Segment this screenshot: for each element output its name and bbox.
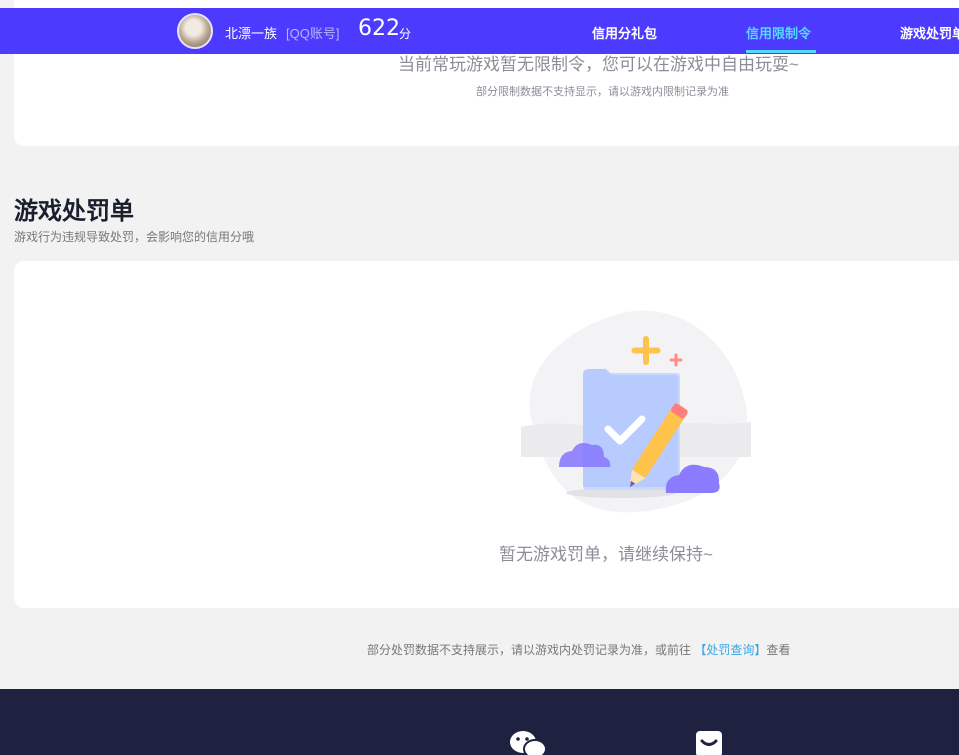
penalty-footnote: 部分处罚数据不支持展示，请以游戏内处罚记录为准，或前往 【处罚查询】查看	[367, 641, 790, 658]
account-type: [QQ账号]	[286, 26, 340, 41]
penalty-empty-message: 暂无游戏罚单，请继续保持~	[499, 545, 713, 564]
footnote-text: 部分处罚数据不支持展示，请以游戏内处罚记录为准，或前往	[367, 643, 692, 657]
score-unit: 分	[399, 27, 412, 41]
footnote-suffix: 查看	[766, 643, 791, 657]
top-nav-bar: 北漂一族 [QQ账号] 622 分 信用分礼包 信用限制令 游戏处罚单	[0, 8, 959, 54]
tab-game-penalty[interactable]: 游戏处罚单	[900, 23, 959, 42]
active-tab-indicator	[746, 50, 816, 53]
restriction-note: 部分限制数据不支持显示，请以游戏内限制记录为准	[476, 86, 729, 98]
username: 北漂一族	[225, 26, 278, 41]
credit-score: 622	[358, 16, 400, 41]
section-title: 游戏处罚单	[14, 198, 134, 225]
penalty-card: 暂无游戏罚单，请继续保持~	[14, 261, 959, 608]
chat-bubble-icon[interactable]	[694, 729, 732, 755]
footer	[0, 689, 959, 755]
section-subtitle: 游戏行为违规导致处罚，会影响您的信用分哦	[14, 230, 255, 244]
tab-credit-gift[interactable]: 信用分礼包	[592, 23, 657, 42]
penalty-query-link[interactable]: 【处罚查询】	[694, 643, 766, 657]
wechat-icon[interactable]	[509, 729, 547, 755]
tab-credit-restriction[interactable]: 信用限制令	[746, 23, 811, 42]
avatar[interactable]	[177, 13, 213, 49]
empty-clipboard-illustration	[521, 310, 751, 513]
